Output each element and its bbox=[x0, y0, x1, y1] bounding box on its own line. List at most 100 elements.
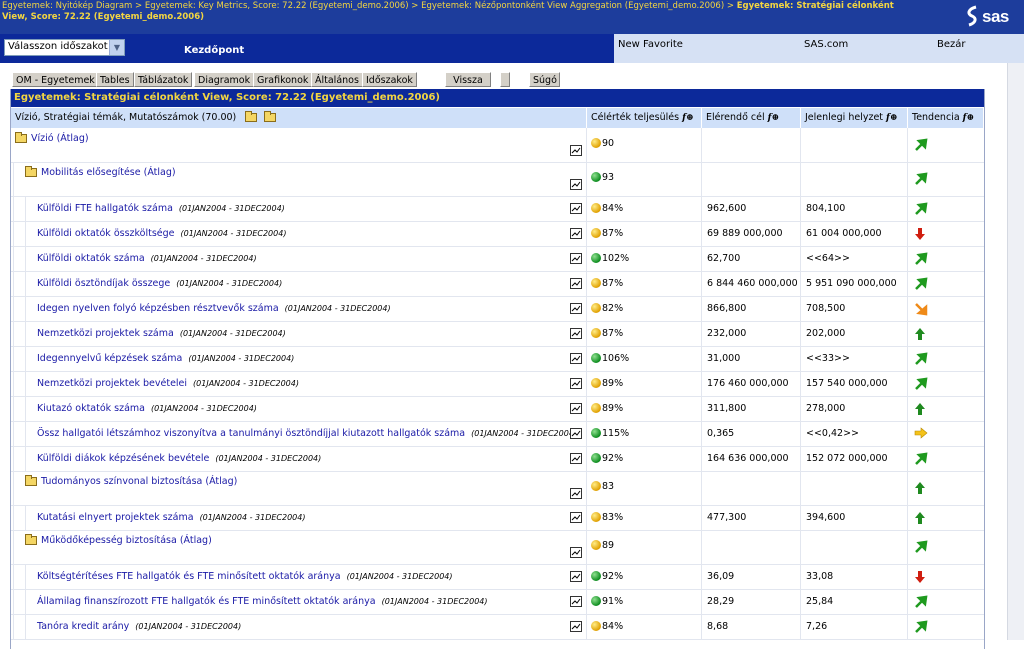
item-name[interactable]: Külföldi ösztöndíjak összege (01JAN2004 -… bbox=[37, 278, 282, 289]
item-name[interactable]: Össz hallgatói létszámhoz viszonyítva a … bbox=[37, 428, 577, 439]
item-name[interactable]: Idegennyelvű képzések száma (01JAN2004 - … bbox=[37, 353, 294, 364]
chevron-down-icon[interactable]: ▼ bbox=[109, 40, 124, 55]
column-header-completion[interactable]: Célérték teljesülés f⊕ bbox=[587, 108, 702, 128]
item-name-text[interactable]: Össz hallgatói létszámhoz viszonyítva a … bbox=[37, 428, 465, 439]
chart-icon[interactable] bbox=[570, 228, 582, 239]
chart-icon[interactable] bbox=[570, 179, 582, 190]
folder-closed-icon[interactable] bbox=[264, 111, 277, 122]
tab-idoszakok[interactable]: Időszakok bbox=[362, 72, 417, 87]
completion-percent: 90 bbox=[602, 138, 615, 149]
chart-icon[interactable] bbox=[570, 621, 582, 632]
chart-icon[interactable] bbox=[570, 512, 582, 523]
item-name[interactable]: Működőképesség biztosítása (Átlag) bbox=[25, 534, 212, 546]
breadcrumb-item[interactable]: Egyetemek: Key Metrics, Score: 72.22 (Eg… bbox=[145, 1, 409, 11]
tab-diagramok[interactable]: Diagramok bbox=[194, 72, 255, 87]
item-name[interactable]: Költségtérítéses FTE hallgatók és FTE mi… bbox=[37, 571, 453, 582]
item-name-text[interactable]: Külföldi ösztöndíjak összege bbox=[37, 278, 170, 289]
item-name-text[interactable]: Külföldi oktatók összköltsége bbox=[37, 228, 175, 239]
chart-icon[interactable] bbox=[570, 596, 582, 607]
item-name[interactable]: Tudományos színvonal biztosítása (Átlag) bbox=[25, 475, 237, 487]
item-name-text[interactable]: Működőképesség biztosítása (Átlag) bbox=[41, 535, 212, 546]
item-name[interactable]: Államilag finanszírozott FTE hallgatók é… bbox=[37, 596, 488, 607]
chart-icon[interactable] bbox=[570, 353, 582, 364]
chart-icon[interactable] bbox=[570, 571, 582, 582]
back-button[interactable]: Vissza bbox=[445, 72, 491, 87]
item-name[interactable]: Külföldi diákok képzésének bevétele (01JA… bbox=[37, 453, 321, 464]
chart-icon[interactable] bbox=[570, 145, 582, 156]
folder-open-icon[interactable] bbox=[245, 111, 258, 122]
chart-icon[interactable] bbox=[570, 547, 582, 558]
chart-icon[interactable] bbox=[570, 378, 582, 389]
item-name[interactable]: Külföldi oktatók száma (01JAN2004 - 31DEC… bbox=[37, 253, 257, 264]
chart-icon[interactable] bbox=[570, 403, 582, 414]
chart-icon[interactable] bbox=[570, 328, 582, 339]
column-header-trend[interactable]: Tendencia f⊕ bbox=[908, 108, 984, 128]
item-name-text[interactable]: Külföldi oktatók száma bbox=[37, 253, 145, 264]
item-name-text[interactable]: Államilag finanszírozott FTE hallgatók é… bbox=[37, 596, 376, 607]
target-cell: 477,300 bbox=[702, 505, 801, 530]
column-header-name[interactable]: Vízió, Stratégiai témák, Mutatószámok (7… bbox=[11, 108, 587, 128]
item-name-text[interactable]: Költségtérítéses FTE hallgatók és FTE mi… bbox=[37, 571, 341, 582]
item-name[interactable]: Nemzetközi projektek bevételei (01JAN2004… bbox=[37, 378, 299, 389]
close-link[interactable]: Bezár bbox=[937, 39, 966, 50]
chart-icon[interactable] bbox=[570, 203, 582, 214]
column-header-current[interactable]: Jelenlegi helyzet f⊕ bbox=[801, 108, 908, 128]
item-name-text[interactable]: Tanóra kredit arány bbox=[37, 621, 129, 632]
chart-icon[interactable] bbox=[570, 278, 582, 289]
folder-icon[interactable] bbox=[15, 132, 27, 143]
item-name-text[interactable]: Kutatási elnyert projektek száma bbox=[37, 512, 194, 523]
item-name-text[interactable]: Vízió (Átlag) bbox=[31, 133, 89, 144]
new-favorite-link[interactable]: New Favorite bbox=[618, 39, 683, 50]
item-name-text[interactable]: Idegen nyelven folyó képzésben résztvevő… bbox=[37, 303, 279, 314]
trend-up-right-arrow-icon bbox=[914, 172, 928, 189]
formula-icon[interactable]: f⊕ bbox=[768, 113, 779, 123]
current-value: 157 540 000,000 bbox=[806, 378, 888, 389]
sas-com-link[interactable]: SAS.com bbox=[804, 39, 848, 50]
current-cell: 61 004 000,000 bbox=[801, 221, 908, 246]
item-name-text[interactable]: Kiutazó oktatók száma bbox=[37, 403, 145, 414]
breadcrumb-item[interactable]: Egyetemek: Nyitókép Diagram bbox=[2, 1, 132, 11]
item-name[interactable]: Kiutazó oktatók száma (01JAN2004 - 31DEC2… bbox=[37, 403, 257, 414]
item-name[interactable]: Nemzetközi projektek száma (01JAN2004 - 3… bbox=[37, 328, 286, 339]
item-name[interactable]: Mobilitás elősegítése (Átlag) bbox=[25, 166, 176, 178]
item-name[interactable]: Kutatási elnyert projektek száma (01JAN20… bbox=[37, 512, 305, 523]
tab-tables[interactable]: Tables bbox=[96, 72, 134, 87]
item-name-text[interactable]: Tudományos színvonal biztosítása (Átlag) bbox=[41, 476, 237, 487]
chart-icon[interactable] bbox=[570, 453, 582, 464]
tab-grafikonok[interactable]: Grafikonok bbox=[253, 72, 313, 87]
column-header-target[interactable]: Elérendő cél f⊕ bbox=[702, 108, 801, 128]
item-name[interactable]: Idegen nyelven folyó képzésben résztvevő… bbox=[37, 303, 391, 314]
item-name[interactable]: Külföldi oktatók összköltsége (01JAN2004 … bbox=[37, 228, 286, 239]
item-name[interactable]: Vízió (Átlag) bbox=[15, 132, 89, 144]
breadcrumb-item[interactable]: Egyetemek: Nézőpontonként View Aggregati… bbox=[421, 1, 724, 11]
metric-row: Külföldi FTE hallgatók száma (01JAN2004 -… bbox=[11, 196, 984, 222]
item-name-text[interactable]: Idegennyelvű képzések száma bbox=[37, 353, 182, 364]
toolbar-spacer-button[interactable] bbox=[500, 72, 510, 87]
completion-value: 83% bbox=[591, 512, 623, 523]
trend-up-right-arrow-icon bbox=[914, 377, 928, 394]
item-name-text[interactable]: Külföldi FTE hallgatók száma bbox=[37, 203, 173, 214]
item-name-text[interactable]: Nemzetközi projektek bevételei bbox=[37, 378, 187, 389]
formula-icon[interactable]: f⊕ bbox=[963, 113, 974, 123]
formula-icon[interactable]: f⊕ bbox=[886, 113, 897, 123]
tab-om-egyetemek[interactable]: OM - Egyetemek bbox=[12, 72, 99, 87]
tab-altalanos[interactable]: Általános bbox=[311, 72, 363, 87]
vertical-scrollbar[interactable] bbox=[1007, 63, 1024, 640]
help-button[interactable]: Súgó bbox=[529, 72, 560, 87]
chart-icon[interactable] bbox=[570, 253, 582, 264]
folder-icon[interactable] bbox=[25, 166, 37, 177]
folder-icon[interactable] bbox=[25, 475, 37, 486]
tab-tablazatok[interactable]: Táblázatok bbox=[134, 72, 193, 87]
item-name[interactable]: Külföldi FTE hallgatók száma (01JAN2004 -… bbox=[37, 203, 285, 214]
trend-cell bbox=[908, 589, 984, 614]
chart-icon[interactable] bbox=[570, 488, 582, 499]
item-name[interactable]: Tanóra kredit arány (01JAN2004 - 31DEC200… bbox=[37, 621, 241, 632]
folder-icon[interactable] bbox=[25, 534, 37, 545]
period-select[interactable]: Válasszon időszakot ▼ bbox=[4, 39, 125, 56]
item-name-text[interactable]: Külföldi diákok képzésének bevétele bbox=[37, 453, 209, 464]
item-name-text[interactable]: Nemzetközi projektek száma bbox=[37, 328, 174, 339]
chart-icon[interactable] bbox=[570, 428, 582, 439]
item-name-text[interactable]: Mobilitás elősegítése (Átlag) bbox=[41, 167, 176, 178]
chart-icon[interactable] bbox=[570, 303, 582, 314]
formula-icon[interactable]: f⊕ bbox=[682, 113, 693, 123]
